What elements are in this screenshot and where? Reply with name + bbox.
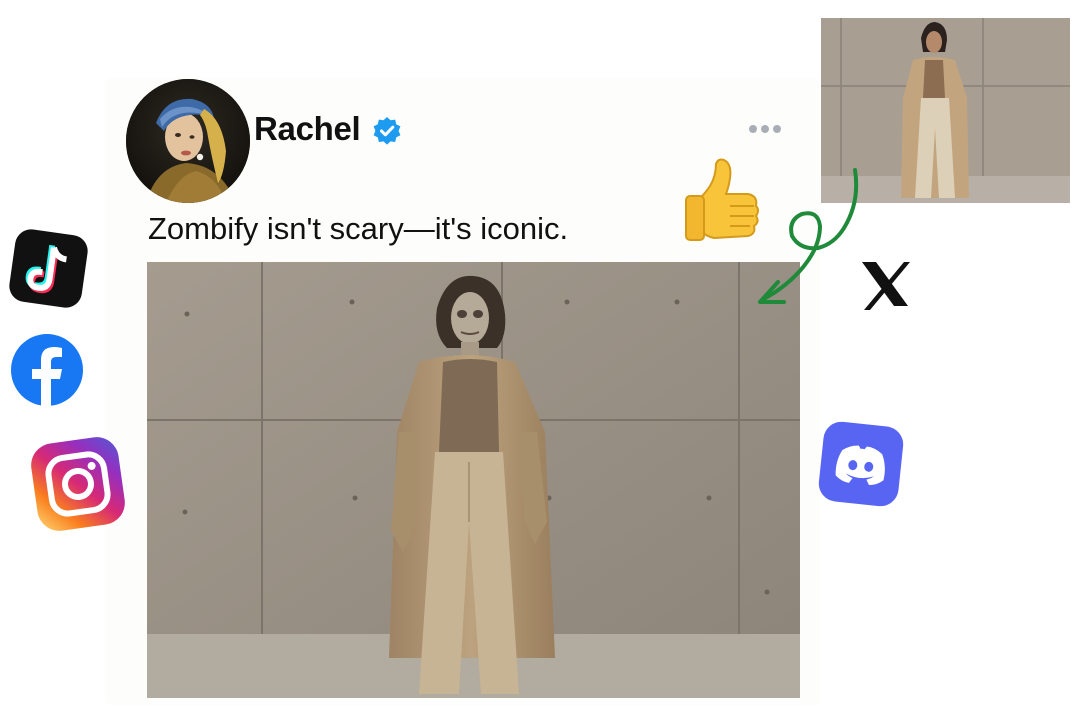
x-icon[interactable] (852, 252, 916, 316)
instagram-icon[interactable] (24, 430, 132, 538)
username[interactable]: Rachel (254, 110, 361, 148)
verified-badge-icon (373, 117, 401, 145)
avatar[interactable] (126, 79, 250, 203)
tiktok-icon[interactable] (7, 227, 90, 310)
zombified-photo (147, 262, 800, 698)
discord-icon[interactable] (815, 418, 907, 510)
more-options-icon[interactable] (748, 122, 782, 136)
facebook-icon[interactable] (10, 333, 84, 407)
curly-arrow (758, 168, 859, 304)
post-text: Zombify isn't scary—it's iconic. (148, 211, 569, 246)
post-image[interactable] (147, 262, 800, 698)
avatar-portrait (126, 79, 250, 203)
